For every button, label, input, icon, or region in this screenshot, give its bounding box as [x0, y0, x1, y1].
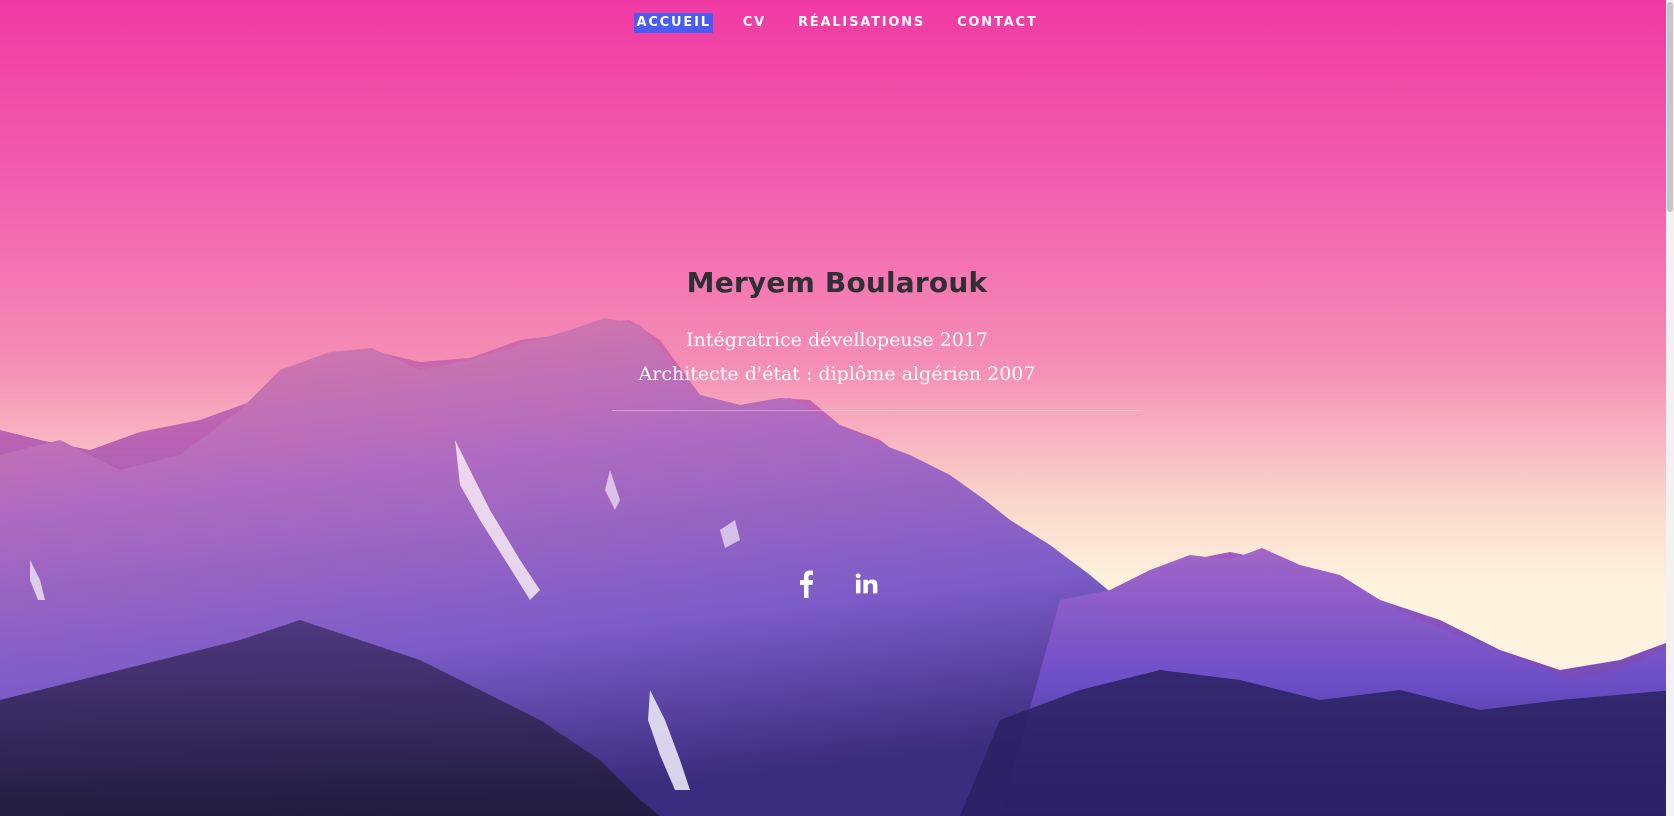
facebook-icon[interactable] — [795, 568, 819, 598]
nav-accueil[interactable]: ACCUEIL — [634, 13, 713, 33]
linkedin-icon[interactable] — [855, 568, 879, 598]
nav-contact[interactable]: CONTACT — [955, 13, 1039, 33]
hero-subtitle-line2: Architecte d'état : diplôme algérien 200… — [638, 363, 1036, 385]
hero-divider — [612, 410, 1140, 411]
nav-realisations[interactable]: RÉALISATIONS — [796, 13, 927, 33]
hero-subtitle-line1: Intégratrice dévellopeuse 2017 — [686, 329, 988, 351]
mountain-background — [0, 318, 1674, 816]
scrollbar-thumb[interactable] — [1667, 2, 1673, 212]
page-scrollbar[interactable] — [1666, 0, 1674, 816]
hero-name: Meryem Boularouk — [686, 266, 988, 299]
social-links — [0, 568, 1674, 598]
main-nav: ACCUEIL CV RÉALISATIONS CONTACT — [0, 13, 1674, 33]
nav-cv[interactable]: CV — [741, 13, 768, 33]
